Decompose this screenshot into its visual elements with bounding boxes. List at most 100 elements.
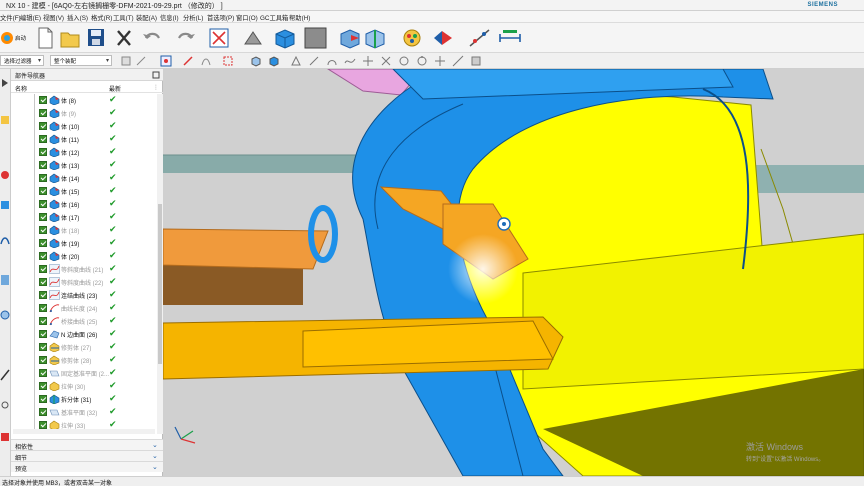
feature-row[interactable]: 体 (18) ✔ xyxy=(11,224,156,237)
visibility-checkbox[interactable] xyxy=(39,278,47,286)
visibility-checkbox[interactable] xyxy=(39,161,47,169)
feature-row[interactable]: 体 (10) ✔ xyxy=(11,120,156,133)
filter-dropdown[interactable]: 选择过滤器 xyxy=(0,55,44,66)
new-file-icon[interactable] xyxy=(35,26,55,50)
navigator-hscrollbar[interactable] xyxy=(13,429,155,434)
menu-analysis[interactable]: 分析(L) xyxy=(183,13,203,22)
menu-view[interactable]: 视图(V) xyxy=(43,13,64,22)
part-navigator-tab-icon[interactable] xyxy=(0,77,10,89)
menu-tools[interactable]: 工具(T) xyxy=(113,13,134,22)
feature-row[interactable]: 等斜度曲线 (22) ✔ xyxy=(11,276,156,289)
panel-details[interactable]: 细节 ⌄ xyxy=(11,450,163,462)
model-view[interactable]: 激活 Windows 转到"设置"以激活 Windows。 xyxy=(163,69,864,476)
feature-row[interactable]: 体 (17) ✔ xyxy=(11,211,156,224)
save-icon[interactable] xyxy=(86,26,106,50)
web-browser-tab-icon[interactable] xyxy=(0,234,10,246)
feature-row[interactable]: 体 (11) ✔ xyxy=(11,133,156,146)
chevron-down-icon[interactable]: ⌄ xyxy=(152,441,158,449)
column-menu-icon[interactable]: ⋮ xyxy=(153,84,159,91)
snap-point-icon[interactable] xyxy=(160,55,172,67)
graphics-window[interactable]: 激活 Windows 转到"设置"以激活 Windows。 xyxy=(163,69,864,476)
tangent-icon[interactable] xyxy=(452,55,464,67)
filter-icon-1[interactable] xyxy=(120,55,132,67)
background-color-icon[interactable] xyxy=(303,26,329,50)
visibility-checkbox[interactable] xyxy=(39,96,47,104)
vertex-icon[interactable] xyxy=(290,55,302,67)
visibility-checkbox[interactable] xyxy=(39,174,47,182)
intersection-icon[interactable] xyxy=(380,55,392,67)
menu-window[interactable]: 窗口(O) xyxy=(236,13,258,22)
visibility-checkbox[interactable] xyxy=(39,109,47,117)
feature-row[interactable]: 等斜度曲线 (21) ✔ xyxy=(11,263,156,276)
feature-row[interactable]: 体 (15) ✔ xyxy=(11,185,156,198)
feature-row[interactable]: 拉伸 (30) ✔ xyxy=(11,380,156,393)
feature-row[interactable]: 体 (8) ✔ xyxy=(11,94,156,107)
redo-icon[interactable] xyxy=(172,26,198,50)
delete-icon[interactable] xyxy=(114,26,134,50)
scope-dropdown[interactable]: 整个装配 xyxy=(50,55,112,66)
visibility-checkbox[interactable] xyxy=(39,226,47,234)
menu-preferences[interactable]: 首选项(P) xyxy=(207,13,234,22)
panel-preview[interactable]: 预览 ⌄ xyxy=(11,461,163,473)
visibility-checkbox[interactable] xyxy=(39,421,47,429)
measure-icon[interactable] xyxy=(467,26,493,50)
visibility-checkbox[interactable] xyxy=(39,135,47,143)
visibility-checkbox[interactable] xyxy=(39,122,47,130)
column-name-header[interactable]: 名称 xyxy=(15,84,27,93)
menu-info[interactable]: 信息(I) xyxy=(160,13,179,22)
scrollbar-thumb[interactable] xyxy=(158,204,162,364)
snap-curve-icon[interactable] xyxy=(200,55,212,67)
visibility-checkbox[interactable] xyxy=(39,330,47,338)
line-icon[interactable] xyxy=(308,55,320,67)
visibility-checkbox[interactable] xyxy=(39,252,47,260)
reuse-library-tab-icon[interactable] xyxy=(0,169,10,181)
filter-icon-2[interactable] xyxy=(135,55,147,67)
feature-row[interactable]: 修剪体 (28) ✔ xyxy=(11,354,156,367)
visibility-checkbox[interactable] xyxy=(39,291,47,299)
section-view-icon[interactable] xyxy=(362,26,388,50)
feature-row[interactable]: N 边曲面 (26) ✔ xyxy=(11,328,156,341)
visibility-checkbox[interactable] xyxy=(39,369,47,377)
undo-icon[interactable] xyxy=(140,26,166,50)
assembly-navigator-tab-icon[interactable] xyxy=(0,199,10,211)
feature-row[interactable]: 体 (16) ✔ xyxy=(11,198,156,211)
quadrant-icon[interactable] xyxy=(416,55,428,67)
chevron-down-icon[interactable]: ⌄ xyxy=(152,452,158,460)
menu-insert[interactable]: 插入(S) xyxy=(67,13,88,22)
column-latest-header[interactable]: 最新 xyxy=(109,84,121,93)
feature-row[interactable]: 桥接曲线 (25) ✔ xyxy=(11,315,156,328)
visibility-checkbox[interactable] xyxy=(39,408,47,416)
render-style-icon[interactable] xyxy=(241,26,267,50)
system-materials-tab-icon[interactable] xyxy=(0,309,10,321)
visibility-checkbox[interactable] xyxy=(39,200,47,208)
menu-assembly[interactable]: 装配(A) xyxy=(136,13,157,22)
feature-row[interactable]: 体 (19) ✔ xyxy=(11,237,156,250)
chevron-down-icon[interactable]: ⌄ xyxy=(152,463,158,471)
center-icon[interactable] xyxy=(398,55,410,67)
feature-row[interactable]: 连结曲线 (23) ✔ xyxy=(11,289,156,302)
menu-gc-toolbox[interactable]: GC工具箱 xyxy=(260,13,288,22)
maximize-icon[interactable] xyxy=(152,71,160,79)
layer-icon[interactable] xyxy=(470,55,482,67)
feature-row[interactable]: 体 (12) ✔ xyxy=(11,146,156,159)
feature-row[interactable]: 体 (14) ✔ xyxy=(11,172,156,185)
feature-row[interactable]: 曲线长度 (24) ✔ xyxy=(11,302,156,315)
panel-dependencies[interactable]: 相依性 ⌄ xyxy=(11,439,163,451)
feature-row[interactable]: 修剪体 (27) ✔ xyxy=(11,341,156,354)
cross-icon[interactable] xyxy=(434,55,446,67)
process-studio-tab-icon[interactable] xyxy=(0,369,10,381)
snap-arrow-icon[interactable] xyxy=(182,55,194,67)
palette-tab-icon[interactable] xyxy=(0,431,10,443)
feature-row[interactable]: 固定基准平面 (2... ✔ xyxy=(11,367,156,380)
feature-row[interactable]: 基准平面 (32) ✔ xyxy=(11,406,156,419)
visibility-checkbox[interactable] xyxy=(39,395,47,403)
view-orient-icon[interactable] xyxy=(337,26,363,50)
spline-icon[interactable] xyxy=(344,55,356,67)
visibility-checkbox[interactable] xyxy=(39,187,47,195)
visibility-checkbox[interactable] xyxy=(39,213,47,221)
menu-edit[interactable]: 编辑(E) xyxy=(20,13,41,22)
midpoint-icon[interactable] xyxy=(362,55,374,67)
feature-row[interactable]: 体 (13) ✔ xyxy=(11,159,156,172)
history-tab-icon[interactable] xyxy=(0,114,10,126)
fit-view-icon[interactable] xyxy=(207,26,233,50)
